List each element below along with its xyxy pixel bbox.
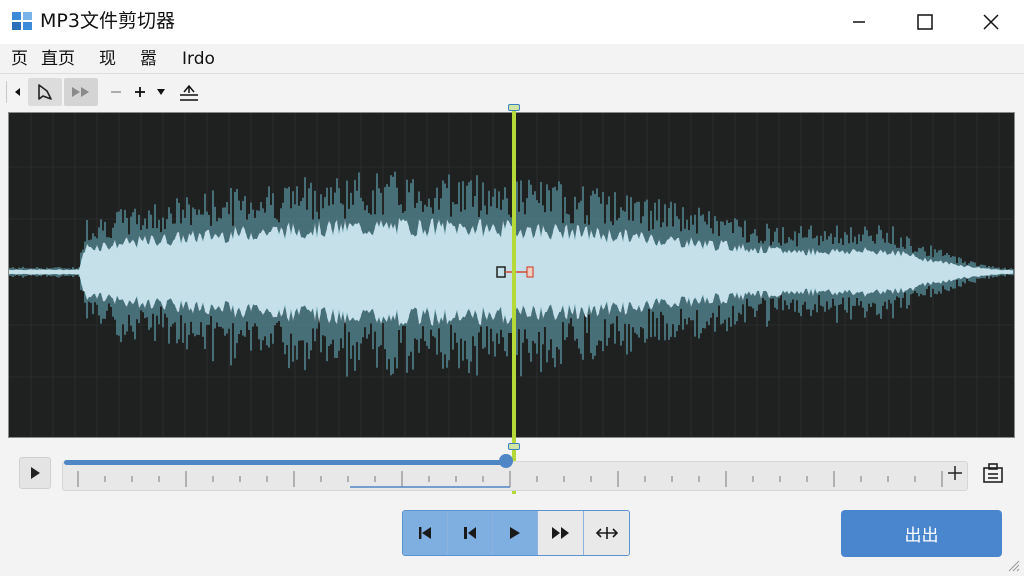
trim-icon bbox=[180, 84, 198, 101]
app-logo-icon bbox=[12, 12, 32, 30]
maximize-icon bbox=[917, 14, 933, 30]
fast-forward-icon bbox=[72, 87, 89, 97]
menu-item-3[interactable]: 嚣 bbox=[140, 48, 157, 70]
timeline-zoom-in-button[interactable] bbox=[946, 464, 964, 482]
close-icon bbox=[983, 14, 999, 30]
timeline-ticks bbox=[77, 471, 943, 488]
minimize-icon bbox=[853, 21, 865, 23]
play-icon bbox=[31, 467, 40, 479]
skip-to-start-button[interactable] bbox=[403, 511, 448, 555]
step-back-button[interactable] bbox=[448, 511, 493, 555]
fit-icon bbox=[983, 463, 1003, 483]
menu-item-1[interactable]: 直页 bbox=[41, 48, 75, 70]
window-title: MP3文件剪切器 bbox=[40, 10, 175, 32]
collapse-button[interactable] bbox=[10, 78, 26, 106]
caret-left-icon bbox=[15, 88, 20, 96]
maximize-button[interactable] bbox=[892, 0, 958, 44]
select-tool-icon bbox=[38, 84, 52, 100]
play-icon bbox=[510, 527, 520, 539]
resize-grip-icon[interactable] bbox=[1006, 558, 1020, 572]
expand-button[interactable] bbox=[584, 511, 629, 555]
fit-button[interactable] bbox=[978, 458, 1008, 488]
menu-bar: 页 直页 现 嚣 Irdo bbox=[0, 44, 1024, 74]
zoom-dropdown-button[interactable] bbox=[152, 78, 170, 106]
select-tool-button[interactable] bbox=[28, 78, 62, 106]
timeline-knob[interactable] bbox=[498, 454, 513, 468]
playhead-top-handle[interactable] bbox=[508, 104, 520, 111]
timeline-play-button[interactable] bbox=[19, 457, 51, 489]
expand-horizontal-icon bbox=[595, 527, 618, 539]
menu-item-4[interactable]: Irdo bbox=[182, 48, 215, 70]
toolbar-separator bbox=[6, 81, 7, 103]
app-window: MP3文件剪切器 页 直页 现 嚣 Irdo 出出 bbox=[0, 0, 1024, 576]
close-button[interactable] bbox=[958, 0, 1024, 44]
menu-item-2[interactable]: 现 bbox=[99, 48, 116, 70]
skip-to-start-icon bbox=[419, 527, 431, 539]
play-button[interactable] bbox=[493, 511, 538, 555]
export-button[interactable]: 出出 bbox=[841, 510, 1002, 557]
trim-button[interactable] bbox=[176, 78, 202, 106]
playhead-line bbox=[512, 108, 516, 494]
minimize-button[interactable] bbox=[826, 0, 892, 44]
menu-item-0[interactable]: 页 bbox=[11, 48, 28, 70]
step-back-icon bbox=[464, 527, 476, 539]
title-bar: MP3文件剪切器 bbox=[0, 0, 1024, 44]
minus-icon bbox=[111, 91, 121, 93]
zoom-out-button[interactable] bbox=[106, 78, 126, 106]
zoom-in-icon bbox=[948, 466, 962, 480]
zoom-in-button[interactable] bbox=[130, 78, 150, 106]
transport-controls bbox=[402, 510, 630, 556]
dropdown-arrow-icon bbox=[157, 89, 165, 95]
timeline-progress bbox=[64, 460, 506, 465]
fast-forward-icon bbox=[551, 527, 569, 539]
playhead-bottom-handle[interactable] bbox=[508, 443, 520, 450]
playhead-cursor[interactable] bbox=[508, 104, 520, 494]
fast-forward-tool-button[interactable] bbox=[64, 78, 98, 106]
plus-icon bbox=[135, 87, 145, 97]
fast-forward-button[interactable] bbox=[538, 511, 584, 555]
timeline-scrubber[interactable] bbox=[62, 453, 968, 491]
